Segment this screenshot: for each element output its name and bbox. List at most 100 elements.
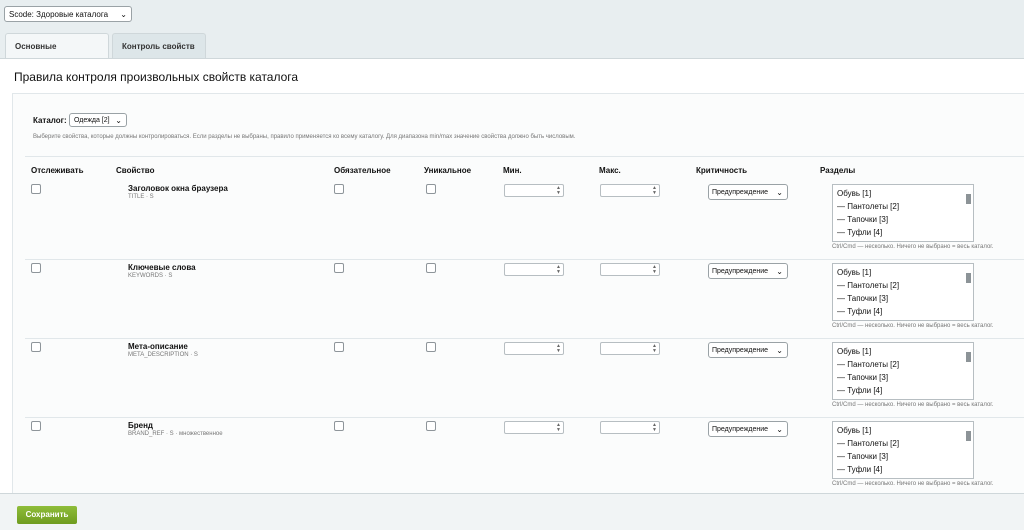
track-checkbox[interactable] — [31, 184, 41, 194]
sections-listbox[interactable]: Обувь [1] — Пантолеты [2] — Тапочки [3] … — [832, 421, 974, 479]
chevron-down-icon: ⌄ — [776, 188, 783, 197]
sections-hint: Ctrl/Cmd — несколько. Ничего не выбрано … — [832, 481, 994, 487]
section-option[interactable]: — Тапочки [3] — [837, 213, 973, 226]
min-input[interactable]: ▲ ▼ — [504, 184, 564, 197]
header-divider — [25, 156, 1024, 157]
col-track: Отслеживать — [31, 166, 84, 175]
rules-box: Каталог: Одежда [2] ⌄ Выберите свойства,… — [12, 93, 1024, 497]
sections-hint: Ctrl/Cmd — несколько. Ничего не выбрано … — [832, 323, 994, 329]
required-checkbox[interactable] — [334, 184, 344, 194]
site-select[interactable]: Scode: Здоровые каталога ⌄ — [4, 6, 132, 22]
max-input[interactable]: ▲ ▼ — [600, 342, 660, 355]
section-option[interactable]: — Пантолеты [2] — [837, 437, 973, 450]
section-option[interactable]: Обувь [1] — [837, 424, 973, 437]
spinner-icon[interactable]: ▲ ▼ — [556, 344, 561, 354]
property-code: KEYWORDS · S — [128, 273, 173, 279]
spinner-icon[interactable]: ▲ ▼ — [652, 423, 657, 433]
scrollbar-thumb[interactable] — [966, 352, 971, 362]
section-option[interactable]: — Тапочки [3] — [837, 292, 973, 305]
min-input[interactable]: ▲ ▼ — [504, 421, 564, 434]
save-button[interactable]: Сохранить — [17, 506, 77, 524]
max-input[interactable]: ▲ ▼ — [600, 263, 660, 276]
chevron-down-icon: ⌄ — [115, 116, 122, 125]
section-option[interactable]: — Тапочки [3] — [837, 371, 973, 384]
section-option[interactable]: — Туфли [4] — [837, 463, 973, 476]
property-name: Бренд — [128, 421, 153, 430]
table-row: Мета-описание META_DESCRIPTION · S ▲ ▼ ▲ ▼… — [25, 338, 1024, 418]
col-unique: Уникальное — [424, 166, 472, 175]
spinner-icon[interactable]: ▲ ▼ — [652, 265, 657, 275]
property-code: BRAND_REF · S · множественное — [128, 431, 223, 437]
max-input[interactable]: ▲ ▼ — [600, 421, 660, 434]
site-select-value: Scode: Здоровые каталога — [9, 10, 109, 19]
col-min: Мин. — [503, 166, 522, 175]
scrollbar-thumb[interactable] — [966, 194, 971, 204]
property-code: TITLE · S — [128, 194, 154, 200]
chevron-down-icon: ⌄ — [776, 267, 783, 276]
max-input[interactable]: ▲ ▼ — [600, 184, 660, 197]
table-row: Ключевые слова KEYWORDS · S ▲ ▼ ▲ ▼ Предуп… — [25, 259, 1024, 339]
scrollbar-thumb[interactable] — [966, 273, 971, 283]
severity-value: Предупреждение — [712, 268, 769, 275]
col-required: Обязательное — [334, 166, 391, 175]
severity-value: Предупреждение — [712, 426, 769, 433]
sections-listbox[interactable]: Обувь [1] — Пантолеты [2] — Тапочки [3] … — [832, 184, 974, 242]
severity-select[interactable]: Предупреждение ⌄ — [708, 421, 788, 437]
top-bar: Scode: Здоровые каталога ⌄ — [0, 0, 1024, 33]
catalog-select-value: Одежда [2] — [74, 117, 110, 124]
unique-checkbox[interactable] — [426, 421, 436, 431]
catalog-label: Каталог: — [33, 116, 67, 125]
property-code: META_DESCRIPTION · S — [128, 352, 198, 358]
unique-checkbox[interactable] — [426, 263, 436, 273]
chevron-down-icon: ⌄ — [120, 10, 127, 19]
required-checkbox[interactable] — [334, 263, 344, 273]
unique-checkbox[interactable] — [426, 184, 436, 194]
spinner-icon[interactable]: ▲ ▼ — [556, 186, 561, 196]
min-input[interactable]: ▲ ▼ — [504, 342, 564, 355]
severity-value: Предупреждение — [712, 347, 769, 354]
catalog-select[interactable]: Одежда [2] ⌄ — [69, 113, 127, 127]
scrollbar-thumb[interactable] — [966, 431, 971, 441]
section-option[interactable]: — Пантолеты [2] — [837, 358, 973, 371]
track-checkbox[interactable] — [31, 421, 41, 431]
section-option[interactable]: — Туфли [4] — [837, 384, 973, 397]
section-option[interactable]: — Пантолеты [2] — [837, 200, 973, 213]
unique-checkbox[interactable] — [426, 342, 436, 352]
chevron-down-icon: ⌄ — [776, 346, 783, 355]
spinner-icon[interactable]: ▲ ▼ — [556, 423, 561, 433]
severity-select[interactable]: Предупреждение ⌄ — [708, 263, 788, 279]
col-property: Свойство — [116, 166, 155, 175]
required-checkbox[interactable] — [334, 342, 344, 352]
sections-listbox[interactable]: Обувь [1] — Пантолеты [2] — Тапочки [3] … — [832, 342, 974, 400]
property-name: Ключевые слова — [128, 263, 196, 272]
section-option[interactable]: Обувь [1] — [837, 187, 973, 200]
col-severity: Критичность — [696, 166, 748, 175]
section-option[interactable]: Обувь [1] — [837, 266, 973, 279]
spinner-icon[interactable]: ▲ ▼ — [652, 186, 657, 196]
track-checkbox[interactable] — [31, 342, 41, 352]
page-title: Правила контроля произвольных свойств ка… — [14, 70, 299, 84]
table-row: Заголовок окна браузера TITLE · S ▲ ▼ ▲ ▼ … — [25, 180, 1024, 260]
min-input[interactable]: ▲ ▼ — [504, 263, 564, 276]
tab-property-control[interactable]: Контроль свойств — [112, 33, 206, 58]
section-option[interactable]: — Туфли [4] — [837, 305, 973, 318]
track-checkbox[interactable] — [31, 263, 41, 273]
section-option[interactable]: — Пантолеты [2] — [837, 279, 973, 292]
severity-select[interactable]: Предупреждение ⌄ — [708, 184, 788, 200]
section-option[interactable]: Обувь [1] — [837, 345, 973, 358]
spinner-icon[interactable]: ▲ ▼ — [556, 265, 561, 275]
col-max: Макс. — [599, 166, 621, 175]
chevron-down-icon: ⌄ — [776, 425, 783, 434]
sections-listbox[interactable]: Обувь [1] — Пантолеты [2] — Тапочки [3] … — [832, 263, 974, 321]
tab-main-settings[interactable]: Основные настройки — [5, 33, 109, 76]
spinner-icon[interactable]: ▲ ▼ — [652, 344, 657, 354]
tab-bar: Основные настройки Контроль свойств — [0, 33, 1024, 76]
severity-select[interactable]: Предупреждение ⌄ — [708, 342, 788, 358]
section-option[interactable]: — Туфли [4] — [837, 226, 973, 239]
required-checkbox[interactable] — [334, 421, 344, 431]
property-name: Заголовок окна браузера — [128, 184, 228, 193]
col-sections: Разделы — [820, 166, 856, 175]
sections-hint: Ctrl/Cmd — несколько. Ничего не выбрано … — [832, 402, 994, 408]
section-option[interactable]: — Тапочки [3] — [837, 450, 973, 463]
footer-bar: Сохранить — [0, 493, 1024, 530]
